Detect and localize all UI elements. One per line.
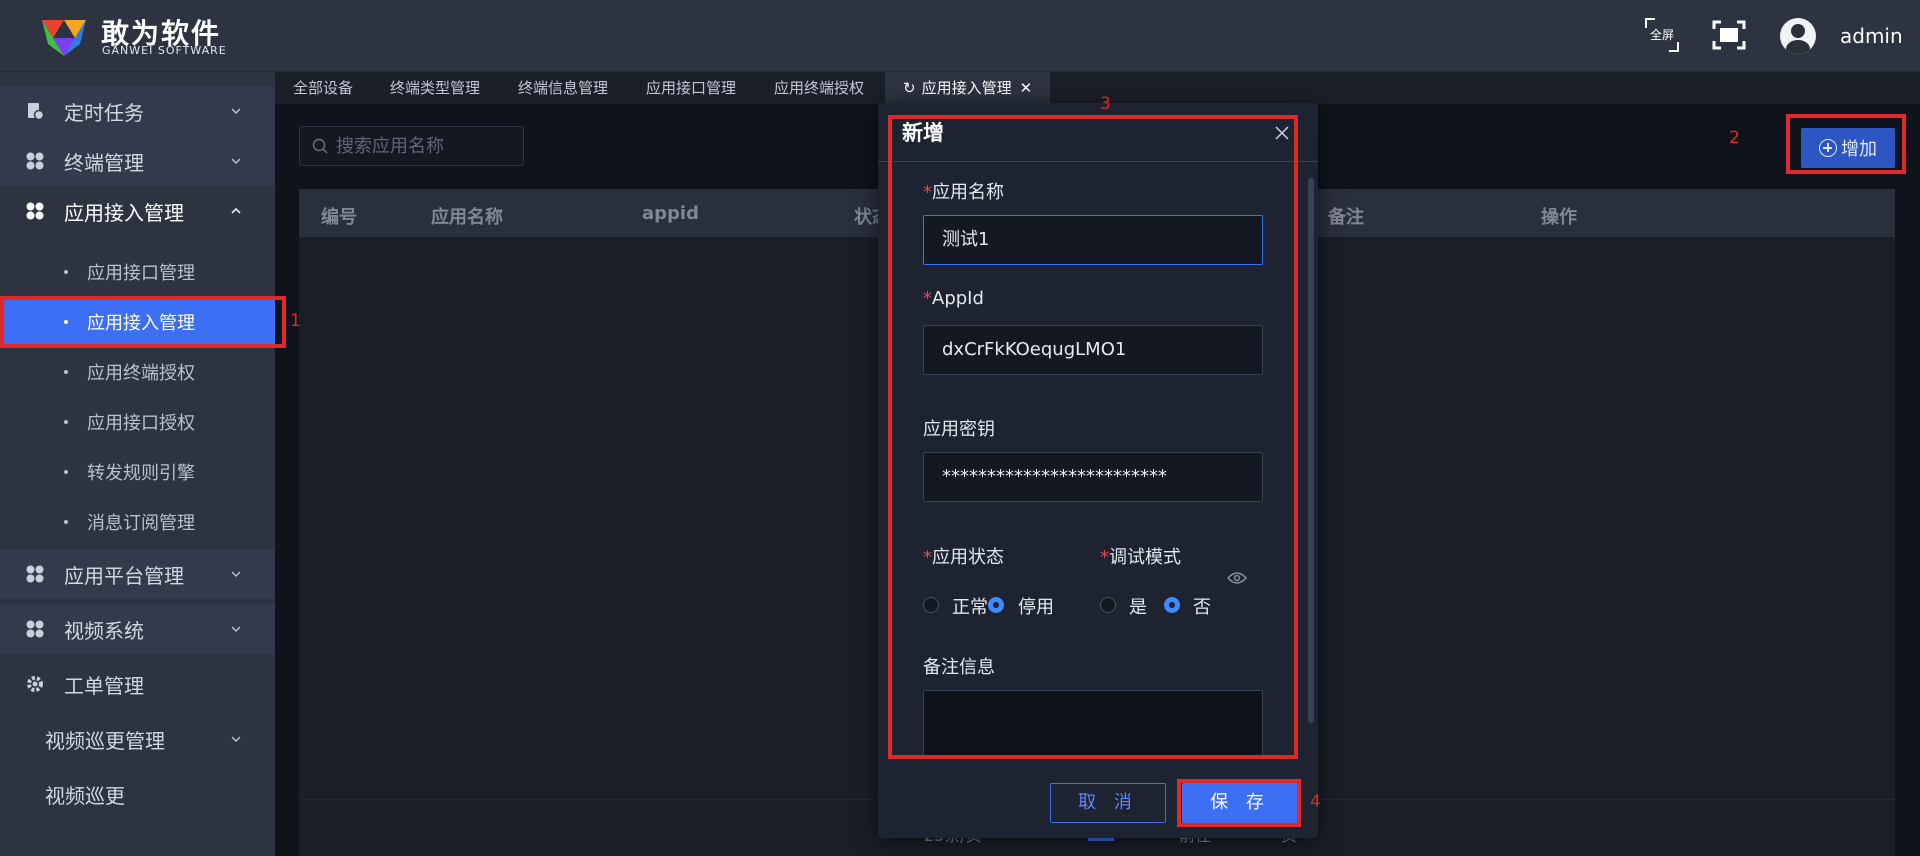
- sidebar-subitem-label: 应用终端授权: [87, 363, 195, 384]
- expand-icon[interactable]: [1712, 20, 1746, 50]
- tab-all-devices[interactable]: 全部设备: [275, 72, 371, 104]
- search-box[interactable]: [299, 126, 524, 166]
- sidebar-subitem-app-terminal-auth[interactable]: 应用终端授权: [0, 348, 275, 396]
- sidebar-item-label: 终端管理: [64, 150, 144, 175]
- bullet-icon: [64, 420, 68, 424]
- bullet-icon: [64, 370, 68, 374]
- fullscreen-label: 全屏: [1649, 28, 1674, 42]
- grid-icon: [26, 620, 44, 638]
- chevron-down-icon: [231, 736, 241, 743]
- sidebar-item-label: 视频系统: [64, 618, 144, 643]
- sidebar-item-label: 应用平台管理: [64, 563, 184, 588]
- sidebar-item-app-platform-management[interactable]: 应用平台管理: [0, 549, 275, 599]
- sidebar-subitem-app-interface-management[interactable]: 应用接口管理: [0, 248, 275, 296]
- column-header: 应用名称: [431, 207, 503, 228]
- sidebar-item-work-order-management[interactable]: 工单管理: [0, 659, 275, 709]
- fullscreen-icon[interactable]: 全屏: [1645, 18, 1679, 52]
- sidebar-item-label: 应用接入管理: [64, 200, 184, 225]
- tab-app-interface[interactable]: 应用接口管理: [628, 72, 754, 104]
- chevron-down-icon: [231, 626, 241, 633]
- sidebar-item-app-access-management[interactable]: 应用接入管理: [0, 186, 275, 236]
- sidebar-item-label: 定时任务: [64, 100, 144, 125]
- chevron-down-icon: [231, 158, 241, 165]
- sidebar-item-terminal-management[interactable]: 终端管理: [0, 136, 275, 186]
- tab-bar: 全部设备 终端类型管理 终端信息管理 应用接口管理 应用终端授权 ↻ 应用接入管理…: [275, 72, 1920, 104]
- sidebar-subitem-message-subscription[interactable]: 消息订阅管理: [0, 498, 275, 546]
- grid-icon: [26, 565, 44, 583]
- tab-app-access-management[interactable]: ↻ 应用接入管理 ✕: [885, 72, 1051, 104]
- sidebar-item-label: 视频巡更: [45, 783, 125, 808]
- sidebar-subitem-label: 应用接口授权: [87, 413, 195, 434]
- annotation-box-4: [1177, 779, 1301, 827]
- sidebar-subitem-app-interface-auth[interactable]: 应用接口授权: [0, 398, 275, 446]
- column-header: 备注: [1328, 207, 1364, 228]
- refresh-icon[interactable]: ↻: [903, 72, 916, 104]
- chevron-up-icon: [231, 207, 241, 214]
- chevron-down-icon: [231, 108, 241, 115]
- sidebar-item-video-system[interactable]: 视频系统: [0, 604, 275, 654]
- sidebar-subitem-label: 应用接口管理: [87, 263, 195, 284]
- annotation-number: 2: [1729, 128, 1740, 148]
- search-icon: [312, 138, 328, 154]
- chevron-down-icon: [231, 571, 241, 578]
- tab-terminal-info[interactable]: 终端信息管理: [500, 72, 626, 104]
- sidebar-subitem-forwarding-rule-engine[interactable]: 转发规则引擎: [0, 448, 275, 496]
- bullet-icon: [64, 520, 68, 524]
- annotation-number: 4: [1310, 792, 1321, 812]
- search-input[interactable]: [336, 135, 516, 157]
- annotation-number: 3: [1100, 94, 1111, 114]
- clock-doc-icon: [28, 103, 44, 120]
- tab-label: 终端类型管理: [390, 79, 481, 97]
- brand-name-en: GANWEI SOFTWARE: [102, 44, 227, 57]
- annotation-number: 1: [290, 311, 301, 331]
- grid-icon: [26, 202, 44, 220]
- gear-icon: [27, 676, 43, 692]
- close-icon[interactable]: ✕: [1020, 72, 1033, 104]
- grid-icon: [26, 152, 44, 170]
- scrollbar[interactable]: [1308, 178, 1314, 723]
- tab-app-terminal-auth[interactable]: 应用终端授权: [756, 72, 882, 104]
- cancel-button[interactable]: 取 消: [1050, 783, 1166, 823]
- sidebar-subitem-label: 消息订阅管理: [87, 513, 195, 534]
- sidebar-subitem-label: 转发规则引擎: [87, 463, 195, 484]
- bullet-icon: [64, 270, 68, 274]
- username[interactable]: admin: [1840, 24, 1903, 48]
- tab-label: 应用终端授权: [774, 79, 865, 97]
- column-header: 编号: [321, 207, 357, 228]
- sidebar-item-label: 视频巡更管理: [45, 728, 165, 753]
- top-header: 敢为软件 GANWEI SOFTWARE 全屏 admin: [0, 0, 1920, 72]
- avatar[interactable]: [1780, 18, 1816, 54]
- annotation-box-2: [1786, 114, 1906, 174]
- tab-label: 应用接口管理: [646, 79, 737, 97]
- sidebar: 定时任务 终端管理 应用接入管理 应用接口管理 应用接入管理 应用终端授权 应用…: [0, 72, 275, 856]
- sidebar-item-video-patrol-management[interactable]: 视频巡更管理: [0, 714, 275, 764]
- tab-terminal-type[interactable]: 终端类型管理: [372, 72, 498, 104]
- sidebar-item-scheduled-tasks[interactable]: 定时任务: [0, 86, 275, 136]
- tab-label: 终端信息管理: [518, 79, 609, 97]
- column-header: appid: [642, 203, 699, 224]
- bullet-icon: [64, 470, 68, 474]
- annotation-box-1: [0, 296, 286, 348]
- ganwei-logo-icon: [42, 20, 86, 56]
- sidebar-item-video-patrol[interactable]: 视频巡更: [0, 769, 275, 819]
- sidebar-item-label: 工单管理: [64, 673, 144, 698]
- tab-label: 应用接入管理: [921, 79, 1012, 97]
- annotation-box-3: [888, 115, 1298, 759]
- tab-label: 全部设备: [293, 79, 354, 97]
- column-header: 操作: [1541, 207, 1577, 228]
